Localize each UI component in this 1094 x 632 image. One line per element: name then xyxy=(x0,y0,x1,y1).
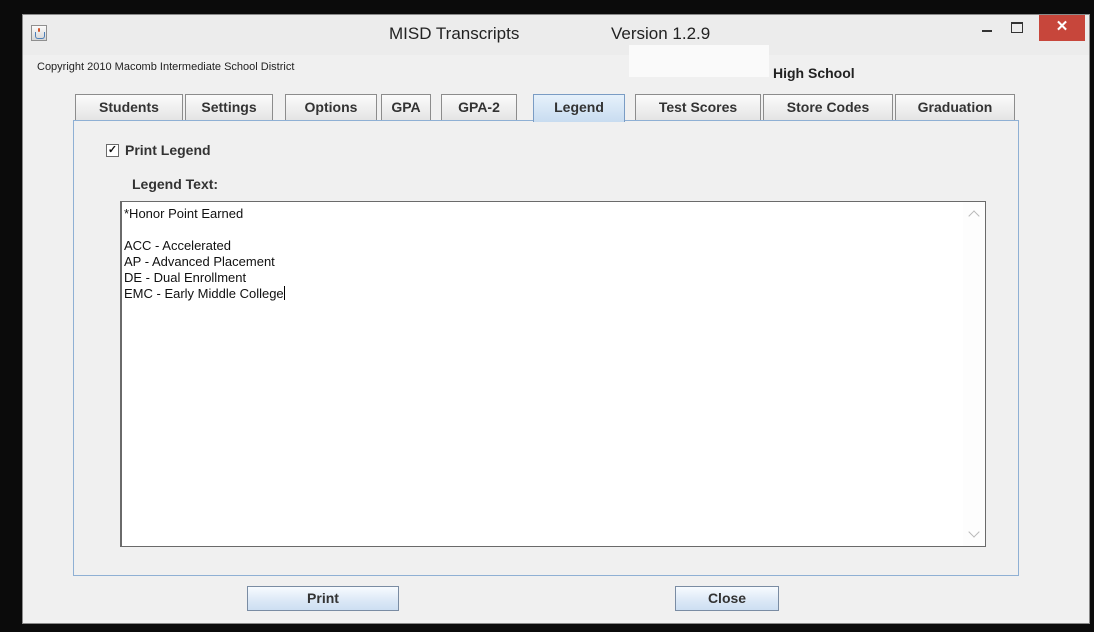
print-button[interactable]: Print xyxy=(247,586,399,611)
java-cup-icon[interactable] xyxy=(31,25,47,41)
app-window: MISD Transcripts Version 1.2.9 ✕ Copyrig… xyxy=(22,14,1090,624)
scroll-up-icon[interactable] xyxy=(968,210,980,222)
tab-gpa[interactable]: GPA xyxy=(381,94,431,120)
legend-text-value: *Honor Point Earned ACC - Accelerated AP… xyxy=(124,206,284,301)
print-legend-option[interactable]: ✓ Print Legend xyxy=(106,141,211,159)
copyright-label: Copyright 2010 Macomb Intermediate Schoo… xyxy=(37,61,295,73)
close-icon[interactable]: ✕ xyxy=(1039,15,1085,41)
redacted-area xyxy=(629,45,769,77)
scroll-down-icon[interactable] xyxy=(968,526,980,538)
print-legend-checkbox[interactable]: ✓ xyxy=(106,143,119,157)
text-caret xyxy=(283,286,285,300)
tab-graduation[interactable]: Graduation xyxy=(895,94,1015,120)
close-button[interactable]: Close xyxy=(675,586,779,611)
print-legend-label[interactable]: Print Legend xyxy=(125,142,211,158)
tab-test-scores[interactable]: Test Scores xyxy=(635,94,761,120)
tab-settings[interactable]: Settings xyxy=(185,94,273,120)
legend-text-area[interactable]: *Honor Point Earned ACC - Accelerated AP… xyxy=(120,201,986,547)
minimize-icon[interactable] xyxy=(973,15,1001,41)
legend-text-label: Legend Text: xyxy=(132,176,219,192)
maximize-icon[interactable] xyxy=(1003,15,1031,41)
legend-panel: ✓ Print Legend Legend Text: *Honor Point… xyxy=(73,120,1019,576)
tab-store-codes[interactable]: Store Codes xyxy=(763,94,893,120)
tab-legend[interactable]: Legend xyxy=(533,94,625,122)
title-bar[interactable]: MISD Transcripts Version 1.2.9 ✕ xyxy=(23,15,1089,55)
tab-gpa-2[interactable]: GPA-2 xyxy=(441,94,517,120)
vertical-scrollbar[interactable] xyxy=(963,202,985,546)
legend-text-content[interactable]: *Honor Point Earned ACC - Accelerated AP… xyxy=(124,206,959,544)
tab-options[interactable]: Options xyxy=(285,94,377,120)
version-label: Version 1.2.9 xyxy=(611,24,711,43)
tab-students[interactable]: Students xyxy=(75,94,183,120)
tab-bar: Students Settings Options GPA GPA-2 Lege… xyxy=(75,94,1035,122)
window-title: MISD Transcripts xyxy=(389,24,520,43)
school-name: High School xyxy=(773,65,855,81)
